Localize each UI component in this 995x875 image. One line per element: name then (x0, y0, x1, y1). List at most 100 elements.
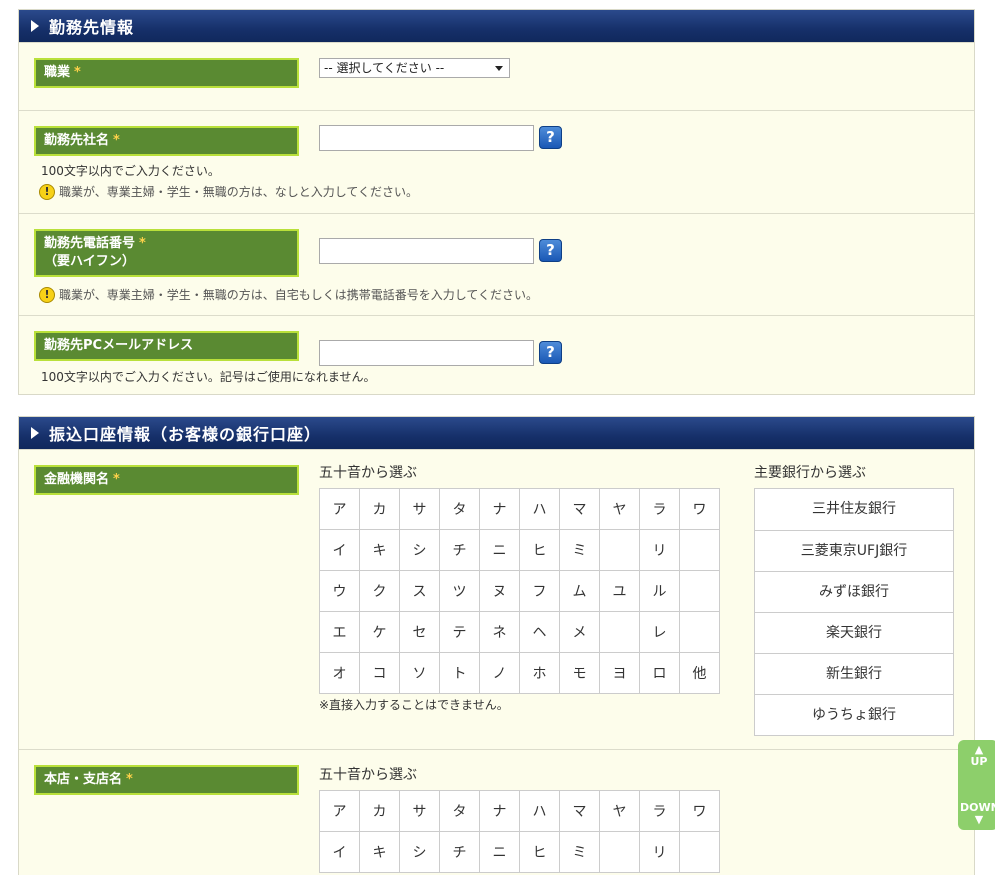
kana-cell[interactable]: ネ (479, 611, 520, 653)
kana-row: アカサタナハマヤラワ (319, 790, 720, 832)
kana-cell[interactable]: エ (319, 611, 360, 653)
kana-cell[interactable]: ア (319, 790, 360, 832)
required-mark: * (74, 65, 81, 80)
kana-cell[interactable]: ロ (639, 652, 680, 694)
company-name-note: 100文字以内でご入力ください。 (41, 164, 220, 178)
company-phone-warning: ! 職業が、専業主婦・学生・無職の方は、自宅もしくは携帯電話番号を入力してくださ… (39, 286, 538, 303)
kana-cell[interactable]: ウ (319, 570, 360, 612)
kana-cell[interactable]: ト (439, 652, 480, 694)
triangle-right-icon (31, 20, 39, 32)
kana-cell[interactable]: ヒ (519, 529, 560, 571)
company-email-label: 勤務先PCメールアドレス (34, 331, 299, 361)
kana-cell[interactable]: ソ (399, 652, 440, 694)
kana-cell[interactable]: イ (319, 831, 360, 873)
major-bank-item[interactable]: 楽天銀行 (755, 612, 953, 653)
kana-cell[interactable]: ア (319, 488, 360, 530)
kana-cell[interactable]: サ (399, 488, 440, 530)
kana-cell[interactable]: ナ (479, 488, 520, 530)
kana-cell[interactable]: ム (559, 570, 600, 612)
scroll-down-label: DOWN (960, 801, 995, 814)
kana-cell[interactable]: ツ (439, 570, 480, 612)
kana-cell[interactable]: リ (639, 831, 680, 873)
kana-cell[interactable]: シ (399, 529, 440, 571)
kana-cell[interactable]: ワ (679, 790, 720, 832)
company-email-input[interactable] (319, 340, 534, 366)
kana-cell[interactable]: キ (359, 529, 400, 571)
kana-cell[interactable]: タ (439, 488, 480, 530)
help-button[interactable]: ? (539, 341, 562, 364)
kana-cell[interactable]: ヨ (599, 652, 640, 694)
kana-cell[interactable]: マ (559, 790, 600, 832)
kana-cell[interactable]: フ (519, 570, 560, 612)
kana-cell[interactable]: ヤ (599, 790, 640, 832)
kana-cell[interactable]: ク (359, 570, 400, 612)
branch-kana-grid: アカサタナハマヤラワイキシチニヒミリ (319, 790, 720, 873)
kana-cell[interactable]: ホ (519, 652, 560, 694)
kana-cell[interactable]: メ (559, 611, 600, 653)
major-bank-item[interactable]: 新生銀行 (755, 653, 953, 694)
company-name-input[interactable] (319, 125, 534, 151)
kana-cell[interactable]: ハ (519, 790, 560, 832)
kana-cell[interactable]: ナ (479, 790, 520, 832)
kana-cell[interactable]: ル (639, 570, 680, 612)
kana-cell[interactable]: ヤ (599, 488, 640, 530)
direct-input-note: ※直接入力することはできません。 (319, 698, 509, 712)
kana-cell[interactable]: ヌ (479, 570, 520, 612)
kana-cell[interactable]: カ (359, 790, 400, 832)
kana-cell[interactable]: ラ (639, 488, 680, 530)
kana-cell[interactable]: ノ (479, 652, 520, 694)
kana-cell[interactable]: リ (639, 529, 680, 571)
kana-cell[interactable]: シ (399, 831, 440, 873)
kana-cell[interactable]: サ (399, 790, 440, 832)
kana-row: ウクスツヌフムユル (319, 570, 720, 612)
occupation-select[interactable]: -- 選択してください -- (319, 58, 510, 78)
kana-cell[interactable]: セ (399, 611, 440, 653)
kana-cell[interactable]: コ (359, 652, 400, 694)
kana-cell[interactable]: ミ (559, 529, 600, 571)
kana-cell[interactable]: ハ (519, 488, 560, 530)
kana-row: オコソトノホモヨロ他 (319, 652, 720, 694)
kana-cell[interactable]: ヒ (519, 831, 560, 873)
kana-cell[interactable]: 他 (679, 652, 720, 694)
kana-cell[interactable]: ヘ (519, 611, 560, 653)
company-phone-input[interactable] (319, 238, 534, 264)
kana-cell[interactable]: オ (319, 652, 360, 694)
kana-cell[interactable]: タ (439, 790, 480, 832)
help-button[interactable]: ? (539, 239, 562, 262)
kana-cell[interactable]: ラ (639, 790, 680, 832)
major-bank-item[interactable]: 三井住友銀行 (755, 489, 953, 530)
kana-cell[interactable]: ユ (599, 570, 640, 612)
section-title: 勤務先情報 (49, 18, 135, 37)
kana-cell[interactable]: ケ (359, 611, 400, 653)
kana-row: アカサタナハマヤラワ (319, 488, 720, 530)
kana-cell[interactable]: レ (639, 611, 680, 653)
help-button[interactable]: ? (539, 126, 562, 149)
kana-cell[interactable]: モ (559, 652, 600, 694)
company-phone-row: 勤務先電話番号 * （要ハイフン） ? ! 職業が、専業主婦・学生・無職の方は、自… (19, 213, 974, 315)
kana-cell[interactable]: ニ (479, 831, 520, 873)
branch-label: 本店・支店名 * (34, 765, 299, 795)
major-bank-item[interactable]: みずほ銀行 (755, 571, 953, 612)
kana-cell[interactable]: ワ (679, 488, 720, 530)
kana-cell[interactable]: イ (319, 529, 360, 571)
kana-cell[interactable]: ニ (479, 529, 520, 571)
kana-cell[interactable]: マ (559, 488, 600, 530)
kana-cell[interactable]: ミ (559, 831, 600, 873)
kana-cell-empty (599, 529, 640, 571)
company-phone-label: 勤務先電話番号 * （要ハイフン） (34, 229, 299, 277)
kana-cell[interactable]: チ (439, 831, 480, 873)
major-bank-item[interactable]: 三菱東京UFJ銀行 (755, 530, 953, 571)
kana-cell[interactable]: カ (359, 488, 400, 530)
required-mark: * (113, 133, 120, 148)
scroll-up-button[interactable]: ▲ UP (964, 744, 994, 768)
kana-cell[interactable]: キ (359, 831, 400, 873)
required-mark: * (139, 236, 146, 251)
kana-cell[interactable]: チ (439, 529, 480, 571)
major-bank-item[interactable]: ゆうちょ銀行 (755, 694, 953, 735)
kana-select-title: 五十音から選ぶ (319, 767, 417, 783)
kana-cell[interactable]: テ (439, 611, 480, 653)
scroll-down-button[interactable]: DOWN▼ (960, 802, 995, 826)
kana-row: エケセテネヘメレ (319, 611, 720, 653)
kana-cell-empty (679, 570, 720, 612)
kana-cell[interactable]: ス (399, 570, 440, 612)
